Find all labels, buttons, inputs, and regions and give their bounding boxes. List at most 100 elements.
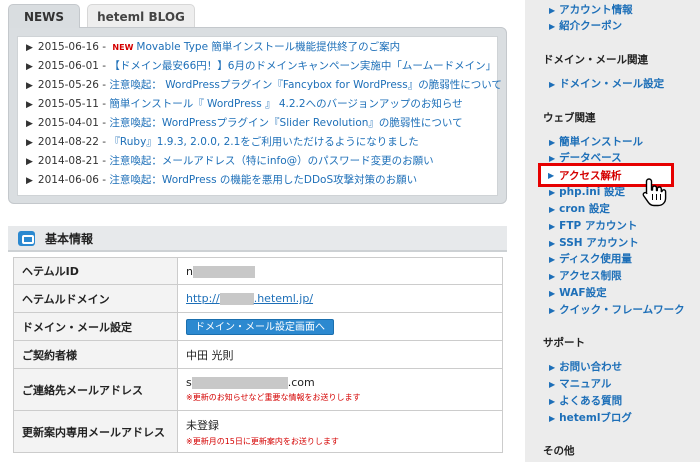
table-row: ヘテムルID n <box>13 257 503 285</box>
sidebar-item-waf[interactable]: ▶ WAF設定 <box>549 285 607 301</box>
domain-link[interactable]: http://.heteml.jp/ <box>186 292 313 305</box>
id-value-text: n <box>186 264 193 278</box>
sidebar-item-faq[interactable]: ▶ よくある質問 <box>549 393 622 409</box>
contact-email-note: ※更新のお知らせなど重要な情報をお送りします <box>186 393 361 402</box>
bullet-icon: ▶ <box>26 176 33 186</box>
sidebar-item-referral-coupon[interactable]: ▶ 紹介クーポン <box>549 18 622 34</box>
new-badge: NEW <box>112 43 134 52</box>
sidebar-item-domain-mail[interactable]: ▶ ドメイン・メール設定 <box>549 76 664 92</box>
news-item: ▶ 2014-08-22 - 『Ruby』1.9.3, 2.0.0, 2.1をご利… <box>26 136 419 148</box>
arrow-icon: ▶ <box>548 171 555 180</box>
table-row: 更新案内専用メールアドレス 未登録 ※更新月の15日に更新案内をお送りします <box>13 410 503 453</box>
news-date: 2014-08-21 <box>37 155 99 167</box>
update-email-value: 未登録 <box>186 418 219 432</box>
arrow-icon: ▶ <box>549 205 556 214</box>
contact-email-label: ご連絡先メールアドレス <box>13 368 178 411</box>
contact-email-value: s .com <box>186 376 315 389</box>
update-email-note: ※更新月の15日に更新案内をお送りします <box>186 436 339 446</box>
sidebar-heading-web: ウェブ関連 <box>543 112 596 124</box>
sidebar-item-easy-install[interactable]: ▶ 簡単インストール <box>549 134 643 150</box>
arrow-icon: ▶ <box>549 397 556 406</box>
news-link[interactable]: 【ドメイン最安66円！】6月のドメインキャンペーン実施中「ムームードメイン」 <box>109 60 496 72</box>
sidebar-item-cron[interactable]: ▶ cron 設定 <box>549 201 610 217</box>
news-list: ▶ 2015-06-16 - NEW Movable Type 簡単インストール機能… <box>17 36 502 196</box>
id-value: n <box>177 257 503 285</box>
arrow-icon: ▶ <box>549 380 556 389</box>
news-item: ▶ 2014-08-21 - 注意喚起：メールアドレス（特にinfo@）のパスワー… <box>26 155 434 167</box>
arrow-icon: ▶ <box>549 414 556 423</box>
news-link[interactable]: 『Ruby』1.9.3, 2.0.0, 2.1をご利用いただけるようになりました <box>109 136 418 148</box>
domain-label: ヘテムルドメイン <box>13 284 178 313</box>
info-icon <box>18 231 35 246</box>
sidebar-item-access-restriction[interactable]: ▶ アクセス制限 <box>549 268 622 284</box>
bullet-icon: ▶ <box>26 119 33 129</box>
news-link[interactable]: 注意喚起：WordPress の機能を悪用したDDoS攻撃対策のお願い <box>109 174 417 186</box>
domain-mail-label: ドメイン・メール設定 <box>13 312 178 341</box>
news-link[interactable]: 簡単インストール『 WordPress 』 4.2.2へのバージョンアップのお知… <box>109 98 462 110</box>
sidebar-item-disk-usage[interactable]: ▶ ディスク使用量 <box>549 251 632 267</box>
redacted-mask <box>219 293 254 305</box>
bullet-icon: ▶ <box>26 81 33 91</box>
arrow-icon: ▶ <box>549 80 556 89</box>
news-item: ▶ 2015-06-16 - NEW Movable Type 簡単インストール機能… <box>26 41 401 53</box>
table-row: ご連絡先メールアドレス s .com ※更新のお知らせなど重要な情報をお送りします <box>13 368 503 411</box>
sidebar-heading-domain: ドメイン・メール関連 <box>543 54 648 66</box>
redacted-mask <box>192 265 255 278</box>
sidebar-heading-other: その他 <box>543 445 575 457</box>
tab-heteml-blog[interactable]: heteml BLOG <box>87 4 195 28</box>
basic-info-table: ヘテムルID n ヘテムルドメイン http://.heteml.jp/ ドメイ… <box>13 257 503 453</box>
news-link[interactable]: 注意喚起：WordPressプラグイン『Slider Revolution』の脆… <box>109 117 462 129</box>
arrow-icon: ▶ <box>549 306 556 315</box>
update-email-label: 更新案内専用メールアドレス <box>13 410 178 453</box>
arrow-icon: ▶ <box>549 6 556 15</box>
arrow-icon: ▶ <box>549 289 556 298</box>
sidebar-item-contact[interactable]: ▶ お問い合わせ <box>549 359 622 375</box>
sidebar-item-manual[interactable]: ▶ マニュアル <box>549 376 611 392</box>
arrow-icon: ▶ <box>549 222 556 231</box>
sidebar-item-ssh-account[interactable]: ▶ SSH アカウント <box>549 235 639 251</box>
bullet-icon: ▶ <box>26 43 33 53</box>
news-link[interactable]: 注意喚起：メールアドレス（特にinfo@）のパスワード変更のお願い <box>109 155 433 167</box>
contractor-value: 中田 光則 <box>177 340 503 369</box>
basic-info-header: 基本情報 <box>8 226 507 252</box>
news-link[interactable]: Movable Type 簡単インストール機能提供終了のご案内 <box>136 41 400 53</box>
bullet-icon: ▶ <box>26 62 33 72</box>
sidebar-item-heteml-blog[interactable]: ▶ hetemlブログ <box>549 410 632 426</box>
table-row: ヘテムルドメイン http://.heteml.jp/ <box>13 284 503 313</box>
basic-info-title: 基本情報 <box>45 232 94 246</box>
tab-news[interactable]: NEWS <box>8 4 80 28</box>
hand-cursor-icon <box>642 178 667 207</box>
sidebar-item-quick-framework[interactable]: ▶ クイック・フレームワーク <box>549 302 685 318</box>
news-item: ▶ 2015-06-01 - 【ドメイン最安66円！】6月のドメインキャンペーン実… <box>26 60 497 72</box>
contractor-label: ご契約者様 <box>13 340 178 369</box>
bullet-icon: ▶ <box>26 138 33 148</box>
arrow-icon: ▶ <box>549 255 556 264</box>
sidebar-item-account-info[interactable]: ▶ アカウント情報 <box>549 2 633 18</box>
news-date: 2015-05-26 <box>37 79 99 91</box>
news-link[interactable]: 注意喚起： WordPressプラグイン『Fancybox for WordPr… <box>109 79 502 91</box>
arrow-icon: ▶ <box>549 188 556 197</box>
news-date: 2015-05-11 <box>37 98 99 110</box>
news-date: 2015-04-01 <box>37 117 99 129</box>
news-panel: ▶ 2015-06-16 - NEW Movable Type 簡単インストール機能… <box>8 27 507 204</box>
domain-mail-settings-button[interactable]: ドメイン・メール設定画面へ <box>186 318 334 335</box>
news-date: 2015-06-16 <box>37 41 99 53</box>
news-date: 2015-06-01 <box>37 60 99 72</box>
table-row: ご契約者様 中田 光則 <box>13 340 503 369</box>
news-item: ▶ 2014-06-06 - 注意喚起：WordPress の機能を悪用したDDo… <box>26 174 418 186</box>
news-item: ▶ 2015-05-26 - 注意喚起： WordPressプラグイン『Fancy… <box>26 79 502 91</box>
id-label: ヘテムルID <box>13 257 178 285</box>
sidebar-heading-support: サポート <box>543 337 585 349</box>
news-item: ▶ 2015-04-01 - 注意喚起：WordPressプラグイン『Slider… <box>26 117 463 129</box>
news-date: 2014-06-06 <box>37 174 99 186</box>
news-date: 2014-08-22 <box>37 136 99 148</box>
sidebar: ▶ アカウント情報 ▶ 紹介クーポン ドメイン・メール関連 ▶ ドメイン・メール設定 … <box>525 0 700 462</box>
domain-value: http://.heteml.jp/ <box>177 284 503 313</box>
bullet-icon: ▶ <box>26 100 33 110</box>
arrow-icon: ▶ <box>549 363 556 372</box>
bullet-icon: ▶ <box>26 157 33 167</box>
arrow-icon: ▶ <box>549 22 556 31</box>
arrow-icon: ▶ <box>549 272 556 281</box>
news-item: ▶ 2015-05-11 - 簡単インストール『 WordPress 』 4.2.… <box>26 98 463 110</box>
sidebar-item-ftp-account[interactable]: ▶ FTP アカウント <box>549 218 637 234</box>
